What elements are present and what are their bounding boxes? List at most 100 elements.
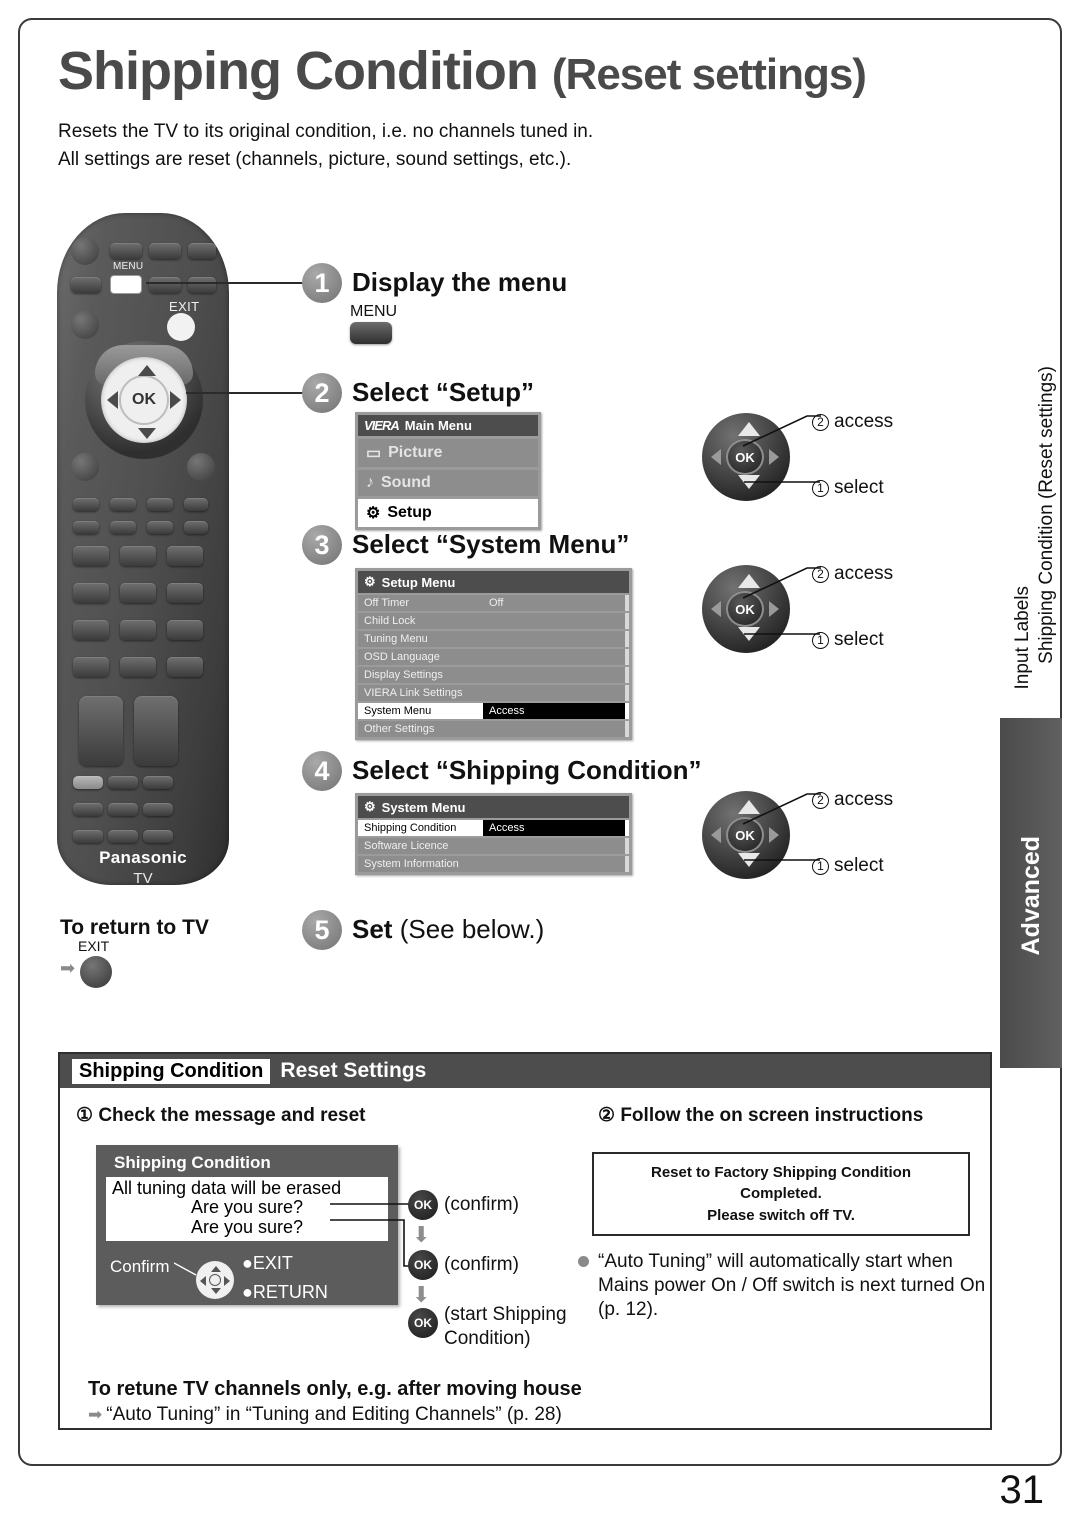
- step-1-menu-label: MENU: [350, 303, 398, 320]
- gear-icon: ⚙: [364, 799, 376, 814]
- remote-control-illustration: MENU EXIT OK Panasonic TV: [57, 213, 229, 887]
- tv-dialog-return-option[interactable]: ●RETURN: [242, 1282, 328, 1303]
- setup-menu-row[interactable]: Tuning Menu: [358, 631, 629, 647]
- remote-tv-label: TV: [133, 870, 153, 887]
- remote-button: [71, 453, 99, 481]
- retune-line: ➡ “Auto Tuning” in “Tuning and Editing Ch…: [88, 1404, 948, 1426]
- remote-button: [143, 803, 173, 816]
- page-title-main: Shipping Condition: [58, 41, 539, 101]
- arrow-right-icon: ➡: [60, 958, 76, 978]
- remote-number-button: [167, 620, 203, 640]
- intro-line-1: Resets the TV to its original condition,…: [58, 121, 594, 142]
- remote-number-button: [73, 546, 109, 566]
- setup-menu-row[interactable]: VIERA Link Settings: [358, 685, 629, 701]
- step-2-number: 2: [302, 373, 342, 413]
- remote-button: [143, 830, 173, 843]
- bullet-icon: ●: [242, 1253, 253, 1273]
- dpad-left-icon: [711, 827, 721, 843]
- page-title-sub: (Reset settings): [551, 50, 867, 99]
- return-to-tv-exit-button-icon: [80, 956, 112, 988]
- step-4-number: 4: [302, 751, 342, 791]
- page-title: Shipping Condition (Reset settings): [58, 41, 1018, 101]
- setup-menu-header: ⚙ Setup Menu: [358, 571, 629, 593]
- dpad-select-label-step3: 1 select: [812, 629, 884, 651]
- bullet-icon: [578, 1256, 589, 1267]
- remote-button: [188, 243, 216, 259]
- remote-dpad-left-icon: [107, 391, 118, 409]
- ok-caption-3-line-2: Condition): [444, 1328, 531, 1349]
- dpad-access-label-step4: 2 access: [812, 789, 893, 811]
- setup-menu-row[interactable]: Other Settings: [358, 721, 629, 737]
- remote-number-button: [120, 583, 156, 603]
- remote-number-button: [120, 546, 156, 566]
- remote-button: [110, 521, 136, 534]
- remote-button: [147, 498, 173, 511]
- ok-caption-2: (confirm): [444, 1254, 519, 1275]
- remote-dpad-right-icon: [170, 391, 181, 409]
- remote-rocker-button: [134, 696, 178, 766]
- gear-icon: ⚙: [366, 505, 381, 522]
- main-menu-screenshot: VIERA Main Menu ▭ Picture ♪ Sound ⚙ Setu…: [355, 412, 541, 530]
- remote-button: [71, 277, 101, 293]
- setup-menu-row[interactable]: Child Lock: [358, 613, 629, 629]
- leader-line-menu: [146, 282, 311, 284]
- main-menu-item-setup[interactable]: ⚙ Setup: [358, 499, 538, 527]
- system-menu-row[interactable]: System Information: [358, 856, 629, 872]
- arrow-down-icon: ⬇: [412, 1222, 431, 1247]
- step-5-title: Set (See below.): [352, 914, 544, 945]
- remote-button: [73, 521, 99, 534]
- ok-button-2: OK: [408, 1250, 438, 1280]
- dpad-right-icon: [769, 449, 779, 465]
- step-3-number: 3: [302, 525, 342, 565]
- panel-step-1-heading: ① Check the message and reset: [76, 1104, 366, 1127]
- step-4-title: Select “Shipping Condition”: [352, 755, 702, 785]
- main-menu-item-picture[interactable]: ▭ Picture: [358, 439, 538, 467]
- tv-dialog-title: Shipping Condition: [114, 1153, 271, 1172]
- viera-logo: VIERA: [364, 418, 400, 433]
- tv-dialog-exit-option[interactable]: ●EXIT: [242, 1253, 293, 1274]
- sidebar-vertical-label-shipping-condition: Shipping Condition (Reset settings): [1036, 366, 1057, 664]
- leader-line-ok-1: [330, 1203, 414, 1205]
- step-1-menu-button-icon: [350, 322, 392, 344]
- setup-menu-row[interactable]: Off Timer Off: [358, 595, 629, 611]
- remote-number-button: [167, 546, 203, 566]
- step-2-title: Select “Setup”: [352, 377, 535, 407]
- remote-dpad-down-icon: [138, 428, 156, 439]
- setup-menu-screenshot: ⚙ Setup Menu Off Timer Off Child Lock Tun…: [355, 568, 632, 740]
- panel-step-1-label: Check the message and reset: [98, 1105, 366, 1126]
- onscreen-message-box: Reset to Factory Shipping Condition Comp…: [592, 1152, 970, 1236]
- arrow-down-icon: ⬇: [412, 1282, 431, 1307]
- main-menu-item-sound[interactable]: ♪ Sound: [358, 470, 538, 496]
- music-note-icon: ♪: [366, 474, 374, 491]
- remote-button: [149, 243, 181, 259]
- reset-settings-panel-header: Shipping Condition Reset Settings: [60, 1054, 990, 1088]
- remote-button: [73, 803, 103, 816]
- system-menu-row-shipping-condition[interactable]: Shipping Condition Access: [358, 820, 629, 836]
- panel-step-2-label: Follow the on screen instructions: [620, 1105, 924, 1126]
- message-line-3: Please switch off TV.: [707, 1206, 855, 1224]
- message-line-2: Completed.: [740, 1185, 822, 1203]
- gear-icon: ⚙: [364, 574, 376, 589]
- remote-button: [108, 776, 138, 789]
- setup-menu-row[interactable]: Display Settings: [358, 667, 629, 683]
- main-menu-item-label: Setup: [387, 504, 432, 521]
- setup-menu-row[interactable]: OSD Language: [358, 649, 629, 665]
- ok-caption-1: (confirm): [444, 1194, 519, 1215]
- remote-button: [149, 277, 181, 293]
- sidebar-tab-advanced[interactable]: Advanced: [1000, 718, 1062, 1068]
- remote-number-button: [167, 657, 203, 677]
- setup-menu-row-system-menu[interactable]: System Menu Access: [358, 703, 629, 719]
- tv-dialog-dpad-icon: [196, 1261, 234, 1299]
- main-menu-item-label: Sound: [381, 474, 431, 491]
- main-menu-item-label: Picture: [388, 444, 443, 461]
- setup-menu-heading-label: Setup Menu: [381, 574, 456, 590]
- return-to-tv-exit-label: EXIT: [78, 938, 110, 954]
- auto-tuning-note-text: “Auto Tuning” will automatically start w…: [598, 1251, 986, 1320]
- panel-step-2-heading: ② Follow the on screen instructions: [598, 1104, 923, 1127]
- system-menu-heading-label: System Menu: [381, 799, 466, 815]
- retune-line-text: “Auto Tuning” in “Tuning and Editing Cha…: [106, 1404, 562, 1425]
- remote-ok-button: OK: [119, 375, 169, 425]
- main-menu-heading-label: Main Menu: [404, 418, 472, 433]
- system-menu-row[interactable]: Software Licence: [358, 838, 629, 854]
- retune-heading: To retune TV channels only, e.g. after m…: [88, 1378, 582, 1400]
